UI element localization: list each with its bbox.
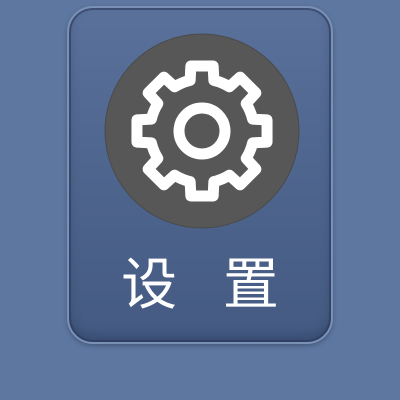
settings-label: 设 置 <box>121 253 293 318</box>
settings-tile[interactable]: 设 置 <box>67 6 333 344</box>
gear-icon <box>104 33 300 229</box>
